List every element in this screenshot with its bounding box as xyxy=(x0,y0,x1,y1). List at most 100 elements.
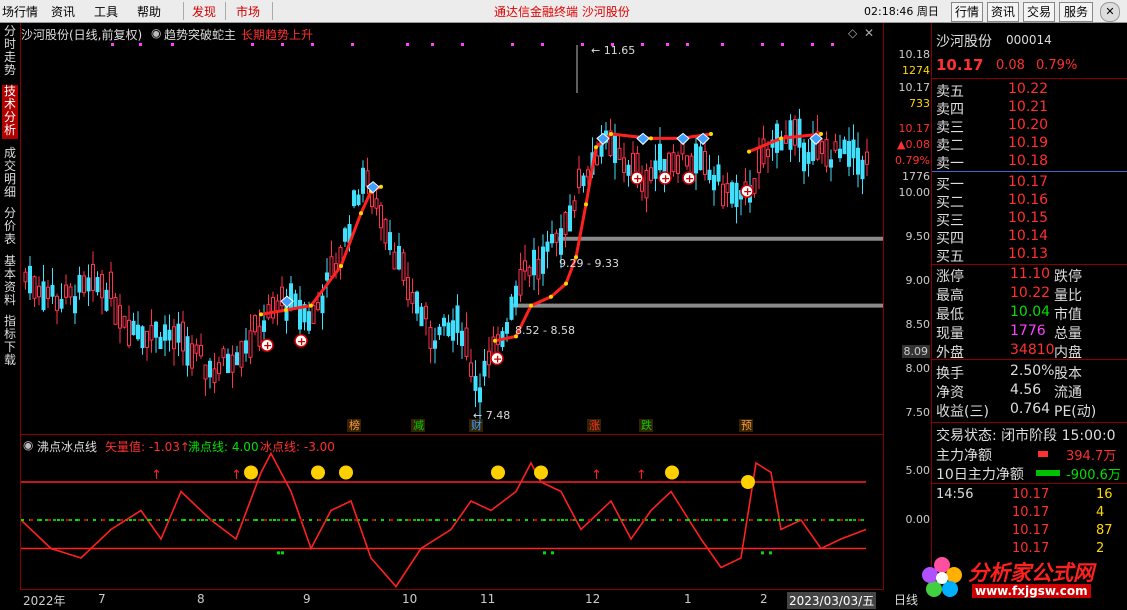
tab-fundamentals[interactable]: 基本资料 xyxy=(2,255,18,309)
bid-row[interactable]: 买二 10.16 xyxy=(936,192,1124,211)
candle-body xyxy=(109,271,113,299)
candle-body xyxy=(554,232,559,243)
tick-row[interactable]: 10.17 87 xyxy=(936,523,1124,541)
event-tag: 榜 xyxy=(349,418,360,432)
candle-body xyxy=(689,155,694,174)
tab-price-table[interactable]: 分价表 xyxy=(2,207,18,249)
zero-dot xyxy=(840,519,843,521)
price-change-pct: 0.79% xyxy=(1036,58,1078,73)
candle-body xyxy=(572,200,577,211)
indicator-toggle-icon[interactable]: ◉ xyxy=(151,26,161,40)
menu-tools[interactable]: 工具 xyxy=(94,3,118,20)
menu-market-quotes[interactable]: 场行情 xyxy=(2,3,38,20)
tick-row[interactable]: 14:56 10.17 16 xyxy=(936,487,1124,505)
candle-body xyxy=(473,376,478,391)
ask-row[interactable]: 卖四 10.21 xyxy=(936,99,1124,118)
candle-body xyxy=(671,152,676,173)
zero-dot xyxy=(804,519,807,521)
candle-body xyxy=(289,283,293,311)
candle-body xyxy=(293,293,298,308)
candle-body xyxy=(401,252,406,281)
zero-dot xyxy=(174,519,177,521)
ask-row[interactable]: 卖二 10.19 xyxy=(936,135,1124,154)
close-icon[interactable]: ✕ xyxy=(864,26,874,40)
candle-body xyxy=(518,269,523,296)
stat-value: 0.764 xyxy=(1010,401,1051,417)
zero-dot xyxy=(111,519,114,521)
candle-body xyxy=(194,344,199,354)
tab-intraday[interactable]: 分时走势 xyxy=(2,25,18,79)
tab-trades[interactable]: 成交明细 xyxy=(2,147,18,201)
bid-row[interactable]: 买三 10.15 xyxy=(936,210,1124,229)
bid-row-label: 买二 xyxy=(936,195,964,211)
snake-dot xyxy=(779,136,783,141)
zero-dot xyxy=(282,519,285,521)
stat-label: 股本 xyxy=(1054,366,1082,382)
y-axis-price: 10.17 xyxy=(898,81,931,94)
up-arrow-marker: ↑ xyxy=(151,468,162,483)
kline-canvas[interactable]: + +++ + ++← 11.65← 7.489.29 - 9.338.52 - 8.… xyxy=(21,23,883,433)
candle-body xyxy=(649,167,653,181)
signal-dot xyxy=(811,43,814,46)
bid-row[interactable]: 买五 10.13 xyxy=(936,246,1124,265)
buy-marker-plus: + xyxy=(633,172,642,185)
oscillator-canvas[interactable]: ↑↑↑↑↑ xyxy=(21,435,883,590)
tab-technical[interactable]: 技术分析 xyxy=(2,85,18,139)
period-label[interactable]: 日线 xyxy=(894,591,918,608)
smiley-marker xyxy=(311,465,325,480)
divider xyxy=(932,264,1127,265)
menu-help[interactable]: 帮助 xyxy=(137,3,161,20)
candle-body xyxy=(275,300,280,312)
quote-button[interactable]: 行情 xyxy=(951,2,983,22)
ask-row[interactable]: 卖三 10.20 xyxy=(936,117,1124,136)
menu-market[interactable]: 市场 xyxy=(236,3,260,20)
candle-body xyxy=(712,174,716,191)
tick-row[interactable]: 10.17 4 xyxy=(936,505,1124,523)
zero-dot xyxy=(210,519,213,521)
stat-row: 最低 10.04 市值 xyxy=(936,304,1124,323)
zero-dot xyxy=(345,519,348,521)
service-button[interactable]: 服务 xyxy=(1059,2,1093,22)
zero-dot xyxy=(201,519,204,521)
signal-dot xyxy=(511,43,514,46)
menu-divider xyxy=(272,2,273,20)
stat-label: 现量 xyxy=(936,326,964,342)
tab-indicator-download[interactable]: 指标下载 xyxy=(2,315,18,369)
bid-row[interactable]: 买四 10.14 xyxy=(936,228,1124,247)
signal-dot xyxy=(769,551,772,555)
bid-row[interactable]: 买一 10.17 xyxy=(936,174,1124,193)
ask-row-price: 10.19 xyxy=(1008,135,1049,151)
ask-row[interactable]: 卖一 10.18 xyxy=(936,153,1124,172)
up-arrow-marker: ↑ xyxy=(231,468,242,483)
trade-button[interactable]: 交易 xyxy=(1023,2,1055,22)
buy-marker-plus: + xyxy=(263,339,272,352)
candle-body xyxy=(343,228,347,242)
smiley-marker xyxy=(491,465,505,480)
candle-body xyxy=(527,266,532,277)
diamond-icon[interactable]: ◇ xyxy=(848,26,857,40)
ask-row[interactable]: 卖五 10.22 xyxy=(936,81,1124,100)
menu-discover[interactable]: 发现 xyxy=(192,3,216,20)
menu-news[interactable]: 资讯 xyxy=(51,3,75,20)
main-kline-pane[interactable]: + + + + + + + ← 11.65 ← 7.48 9.29 - 9.33 8.52 - 8.… xyxy=(21,23,883,433)
zero-dot xyxy=(858,519,861,521)
candle-body xyxy=(365,170,370,187)
stat-label: 净资 xyxy=(936,385,964,401)
candle-body xyxy=(824,139,829,167)
crosshair-price: 8.09 xyxy=(901,345,930,358)
zero-dot xyxy=(381,519,384,521)
indicator-toggle-icon[interactable]: ◉ xyxy=(23,438,33,452)
oscillator-pane[interactable]: ↑↑↑↑↑ ◉ 沸点冰点线 矢量值: -1.03↑ 沸点线: 4.00 冰点线:… xyxy=(21,434,883,590)
close-icon[interactable]: ✕ xyxy=(1100,2,1120,22)
candle-body xyxy=(505,322,509,334)
zero-dot xyxy=(327,519,330,521)
stat-label: 涨停 xyxy=(936,269,964,285)
stat-value: 11.10 xyxy=(1010,266,1051,282)
signal-dot xyxy=(581,43,584,46)
zero-dot xyxy=(354,519,357,521)
main-flow-value: 394.7万 xyxy=(1066,449,1117,464)
candle-body xyxy=(536,258,541,280)
candle-body xyxy=(158,336,163,350)
news-button[interactable]: 资讯 xyxy=(987,2,1019,22)
bid-row-price: 10.15 xyxy=(1008,210,1049,226)
